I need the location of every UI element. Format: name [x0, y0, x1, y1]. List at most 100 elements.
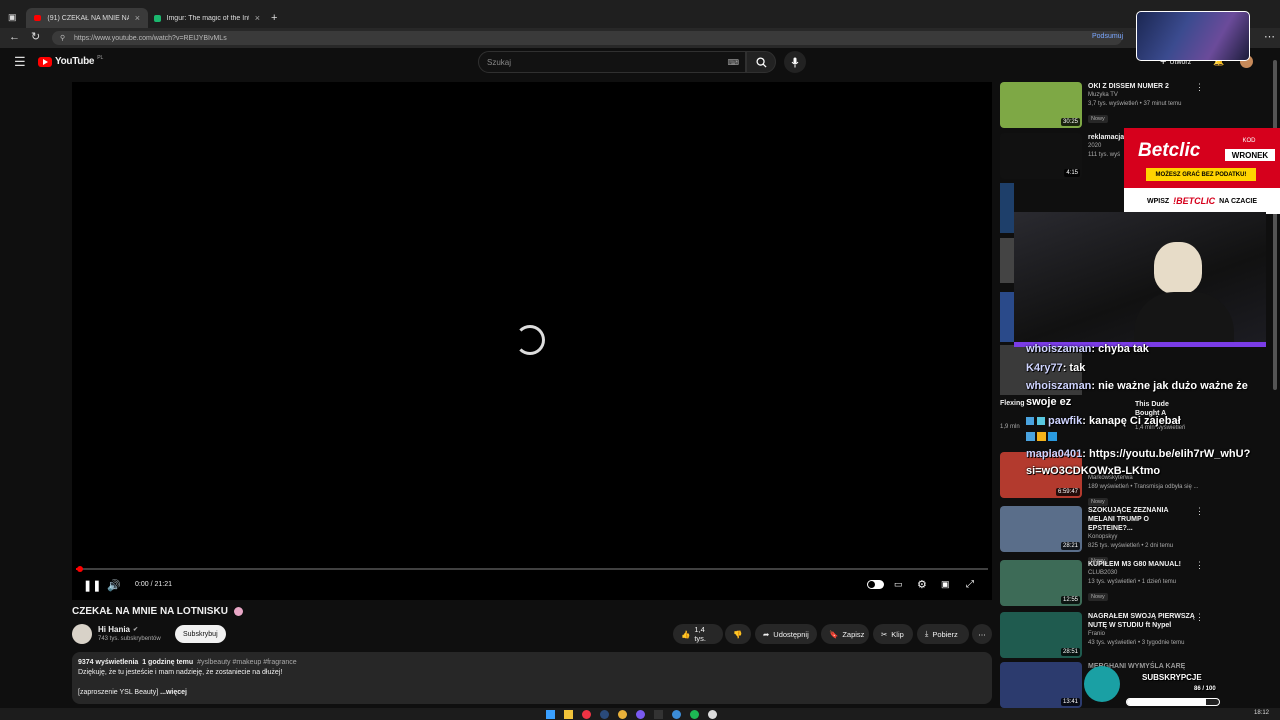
dislike-button[interactable]: 👎	[725, 624, 751, 644]
channel-avatar[interactable]	[72, 624, 92, 644]
video-thumbnail[interactable]: 12:55	[1000, 560, 1082, 606]
tab-youtube[interactable]: (91) CZEKAŁ NA MNIE NA LOTNI… ×	[26, 8, 148, 28]
tab-title: Imgur: The magic of the Internet	[166, 14, 249, 22]
save-button[interactable]: 🔖 Zapisz	[821, 624, 869, 644]
video-title[interactable]: SZOKUJĄCE ZEZNANIA MELANI TRUMP O EPSTEI…	[1088, 506, 1188, 533]
tab-imgur[interactable]: Imgur: The magic of the Internet ×	[146, 8, 268, 28]
more-vert-icon[interactable]: ⋮	[1195, 506, 1204, 517]
windows-start-icon[interactable]	[546, 710, 555, 719]
video-thumbnail[interactable]	[1000, 292, 1014, 342]
subscribe-button[interactable]: Subskrybuj	[175, 625, 226, 643]
more-actions-button[interactable]: ⋯	[972, 624, 992, 644]
autoplay-toggle[interactable]	[867, 580, 884, 589]
url-text: https://www.youtube.com/watch?v=REIJYBIv…	[74, 34, 227, 42]
reload-icon[interactable]: ↻	[31, 32, 40, 43]
spotify-icon[interactable]	[690, 710, 699, 719]
video-thumbnail[interactable]	[1000, 238, 1014, 283]
search-placeholder: Szukaj	[487, 57, 512, 67]
chat-text: : nie ważne jak dużo ważne że	[1091, 380, 1248, 392]
chrome-icon[interactable]	[618, 710, 627, 719]
browser-tab-bar: ▣ (91) CZEKAŁ NA MNIE NA LOTNI… × Imgur:…	[0, 0, 1280, 28]
terminal-icon[interactable]	[654, 710, 663, 719]
video-thumbnail[interactable]: 28:21	[1000, 506, 1082, 552]
video-thumbnail[interactable]: 13:41	[1000, 662, 1082, 708]
subs-goal-count: 86 / 100	[1194, 686, 1216, 692]
steam-icon[interactable]	[600, 710, 609, 719]
miniplayer-icon[interactable]: ▣	[941, 579, 950, 590]
video-title: CZEKAŁ NA MNIE NA LOTNISKU	[72, 606, 228, 617]
file-explorer-icon[interactable]	[564, 710, 573, 719]
volume-icon[interactable]: 🔊	[107, 579, 121, 592]
app-icon[interactable]	[708, 710, 717, 719]
guide-menu-icon[interactable]: ☰	[14, 55, 26, 68]
description-box[interactable]: 9374 wyświetlenia 1 godzinę temu #yslbea…	[72, 652, 992, 704]
scrubber-handle[interactable]	[77, 566, 83, 572]
video-title[interactable]: NAGRAŁEM SWOJĄ PIERWSZĄ NUTĘ W STUDIU ft…	[1088, 612, 1198, 630]
ad-tagline: MOŻESZ GRAĆ BEZ PODATKU!	[1146, 168, 1256, 181]
close-tab-icon[interactable]: ×	[255, 13, 260, 23]
video-channel[interactable]: Franio	[1088, 630, 1198, 639]
video-thumbnail[interactable]: 4:15	[1000, 133, 1082, 179]
more-vert-icon[interactable]: ⋮	[1195, 82, 1204, 93]
short-title[interactable]: Flexing	[1000, 400, 1025, 407]
fullscreen-icon[interactable]: ⤢	[966, 579, 974, 590]
video-title[interactable]: KUPIŁEM M3 G80 MANUAL!	[1088, 560, 1188, 569]
settings-gear-icon[interactable]: ⚙	[917, 578, 927, 591]
search-input[interactable]: Szukaj ⌨	[478, 51, 746, 73]
tab-actions-icon[interactable]: ▣	[8, 13, 17, 22]
summarize-button[interactable]: Podsumuj	[1092, 33, 1123, 40]
close-tab-icon[interactable]: ×	[135, 13, 140, 23]
video-thumbnail[interactable]: 30:25	[1000, 82, 1082, 128]
voice-search-button[interactable]	[784, 51, 806, 73]
upload-time: 1 godzinę temu	[142, 659, 194, 666]
video-duration: 6:59:47	[1055, 488, 1080, 496]
new-badge: Nowy	[1088, 498, 1108, 506]
clip-button[interactable]: ✂ Klip	[873, 624, 913, 644]
video-thumbnail[interactable]: 28:51	[1000, 612, 1082, 658]
more-vert-icon[interactable]: ⋮	[1195, 612, 1204, 623]
pause-icon[interactable]: ❚❚	[83, 579, 101, 592]
bookmark-icon: 🔖	[829, 629, 839, 639]
ad-bottom-strip: WPISZ !BETCLIC NA CZACIE	[1124, 188, 1280, 214]
chat-text: : chyba tak	[1091, 343, 1149, 355]
subtitles-icon[interactable]: ▭	[894, 579, 903, 590]
video-channel[interactable]: CLUB2030	[1088, 569, 1188, 578]
video-title[interactable]: OKI Z DISSEM NUMER 2	[1088, 82, 1188, 91]
keyboard-icon[interactable]: ⌨	[727, 58, 739, 67]
ad-bottom-brand: !BETCLIC	[1173, 196, 1216, 206]
microphone-icon	[791, 57, 799, 67]
browser-menu-icon[interactable]: ⋯	[1264, 32, 1275, 43]
discord-icon[interactable]	[636, 710, 645, 719]
short-views: 1,9 mln	[1000, 424, 1020, 430]
share-button[interactable]: ➦ Udostępnij	[755, 624, 817, 644]
url-field[interactable]: ⚲ https://www.youtube.com/watch?v=REIJYB…	[52, 31, 1122, 45]
like-count: 1,4 tys.	[694, 625, 707, 643]
clip-label: Klip	[891, 629, 904, 639]
video-channel[interactable]: Konopskyy	[1088, 533, 1188, 542]
download-button[interactable]: ⤓ Pobierz	[917, 624, 969, 644]
progress-bar[interactable]	[76, 568, 988, 570]
share-label: Udostępnij	[773, 629, 809, 639]
new-tab-icon[interactable]: +	[271, 13, 277, 24]
show-more-link[interactable]: ...więcej	[160, 689, 187, 696]
subs-goal-bar	[1126, 698, 1220, 706]
video-duration: 30:25	[1060, 118, 1080, 126]
back-icon[interactable]: ←	[9, 32, 20, 43]
hashtags[interactable]: #yslbeauty #makeup #fragrance	[197, 659, 297, 666]
youtube-logo[interactable]: YouTube PL	[38, 55, 103, 67]
video-channel[interactable]: Muzyka TV	[1088, 91, 1188, 100]
more-horizontal-icon: ⋯	[978, 629, 986, 639]
video-thumbnail[interactable]	[1000, 183, 1014, 233]
site-info-icon[interactable]: ⚲	[60, 34, 65, 42]
ad-code-label: KOD	[1242, 138, 1256, 144]
download-label: Pobierz	[932, 629, 958, 639]
video-meta: 3,7 tys. wyświetleń • 37 minut temu	[1088, 101, 1182, 107]
like-button[interactable]: 👍 1,4 tys.	[673, 624, 723, 644]
channel-name-row[interactable]: Hi Hania ✔	[98, 625, 138, 634]
browser-icon[interactable]	[672, 710, 681, 719]
search-button[interactable]	[746, 51, 776, 73]
chat-username: K4ry77	[1026, 362, 1063, 374]
page-scrollbar[interactable]	[1273, 60, 1277, 390]
more-vert-icon[interactable]: ⋮	[1195, 560, 1204, 571]
app-icon[interactable]	[582, 710, 591, 719]
